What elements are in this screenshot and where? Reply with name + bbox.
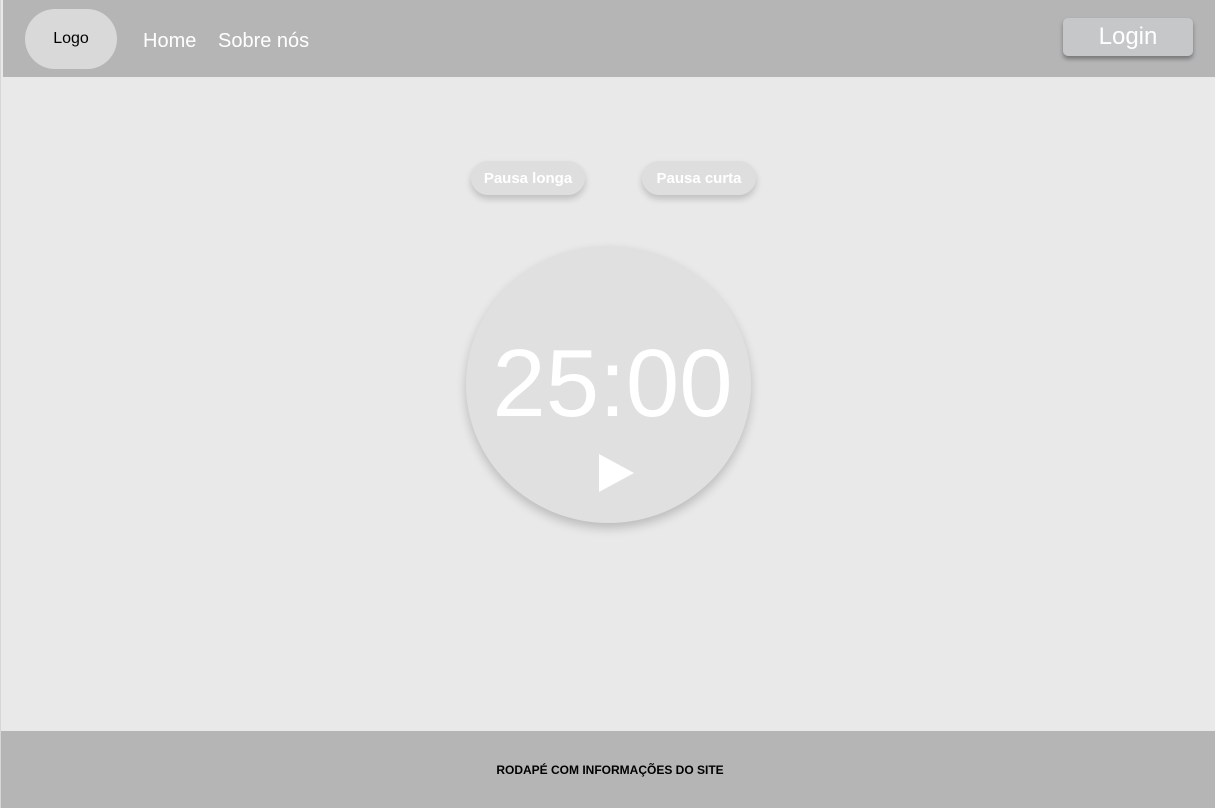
logo[interactable]: Logo	[25, 9, 117, 69]
login-button[interactable]: Login	[1063, 18, 1193, 56]
navbar: Logo Home Sobre nós Login	[3, 0, 1215, 77]
timer-circle: 25:00	[466, 246, 751, 523]
play-icon[interactable]	[599, 454, 634, 492]
footer-text: RODAPÉ COM INFORMAÇÕES DO SITE	[496, 762, 724, 777]
long-break-button[interactable]: Pausa longa	[471, 161, 585, 195]
nav-link-sobre-nos[interactable]: Sobre nós	[218, 30, 309, 53]
nav-link-home[interactable]: Home	[143, 30, 196, 53]
timer-display: 25:00	[492, 330, 733, 437]
page: Logo Home Sobre nós Login Pausa longa Pa…	[0, 0, 1215, 808]
short-break-button[interactable]: Pausa curta	[642, 161, 756, 195]
footer: RODAPÉ COM INFORMAÇÕES DO SITE	[1, 731, 1215, 808]
